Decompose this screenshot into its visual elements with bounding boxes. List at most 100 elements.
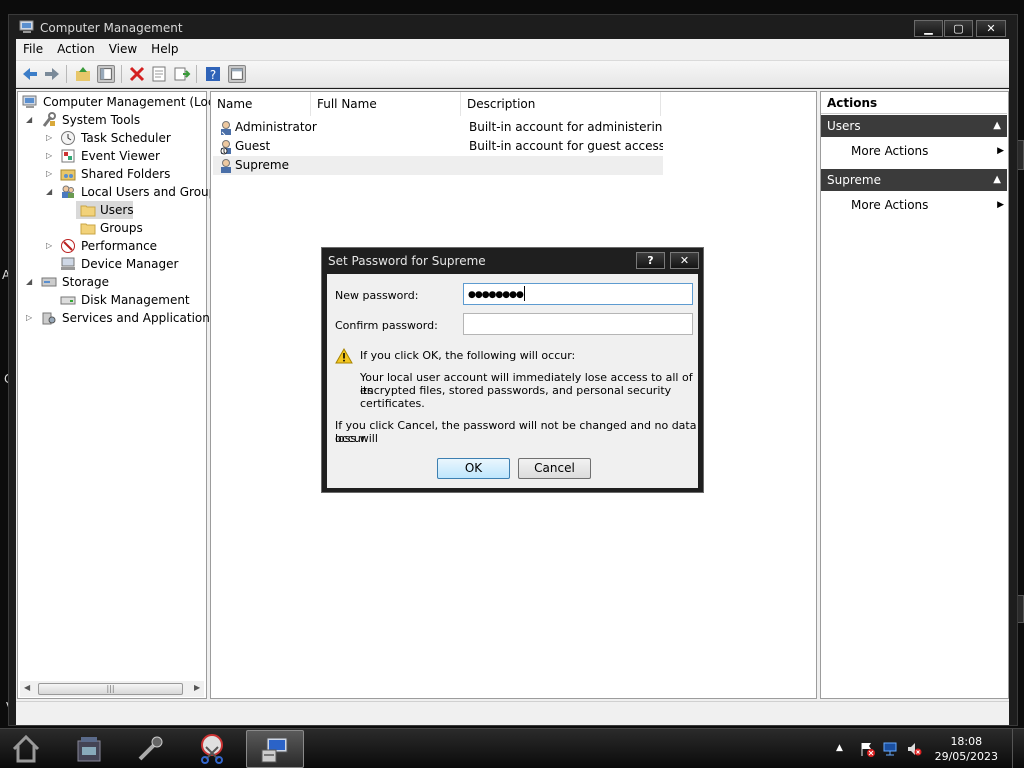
section-title: Users — [827, 119, 861, 133]
collapse-up-icon[interactable]: ▲ — [993, 115, 1001, 137]
toolbar: ? — [16, 61, 1009, 88]
disk-icon — [60, 296, 76, 305]
system-tools-icon — [42, 112, 56, 127]
warning-heading: If you click OK, the following will occu… — [360, 349, 576, 362]
properties-icon[interactable] — [150, 65, 168, 83]
status-bar — [16, 701, 1009, 725]
services-icon — [42, 312, 56, 325]
shared-folder-icon — [60, 169, 76, 181]
section-title: Supreme — [827, 173, 881, 187]
device-manager-icon — [61, 257, 75, 270]
column-header-name[interactable]: Name — [211, 92, 311, 116]
collapse-arrow-icon[interactable]: ◢ — [26, 111, 34, 129]
collapse-arrow-icon[interactable]: ◢ — [46, 183, 54, 201]
set-password-dialog: Set Password for Supreme ? ✕ New passwor… — [321, 247, 704, 493]
disabled-user-icon — [220, 140, 231, 155]
more-actions-label: More Actions — [851, 198, 929, 212]
cancel-note-line-1: If you click Cancel, the password will n… — [335, 419, 697, 445]
window-title: Computer Management — [40, 21, 183, 35]
clock-icon — [61, 131, 75, 145]
taskbar-computer-management[interactable] — [246, 730, 304, 768]
actions-pane: Actions Users ▲ More Actions ▶ Supreme ▲… — [820, 91, 1009, 699]
tree-horizontal-scrollbar[interactable]: ◀ ||| ▶ — [20, 681, 204, 697]
column-header-full-name[interactable]: Full Name — [311, 92, 461, 116]
menu-file[interactable]: File — [16, 39, 50, 56]
show-hide-tree-icon[interactable] — [97, 65, 115, 83]
more-actions-supreme[interactable]: More Actions ▶ — [851, 196, 1004, 214]
computer-management-icon — [19, 20, 34, 33]
clock-date: 29/05/2023 — [934, 750, 998, 763]
expand-arrow-icon[interactable]: ▷ — [46, 147, 54, 165]
taskbar-clock[interactable]: 18:08 29/05/2023 — [935, 734, 998, 764]
media-player-icon[interactable] — [73, 733, 105, 765]
more-actions-users[interactable]: More Actions ▶ — [851, 142, 1004, 160]
action-center-flag-icon[interactable] — [859, 741, 875, 757]
help-icon[interactable]: ? — [204, 65, 222, 83]
close-button[interactable]: ✕ — [976, 20, 1006, 37]
delete-icon[interactable] — [128, 65, 146, 83]
tree-label: Device Manager — [81, 257, 179, 271]
confirm-password-label: Confirm password: — [335, 319, 438, 332]
cancel-button[interactable]: Cancel — [518, 458, 591, 479]
snipping-tool-icon[interactable] — [196, 733, 228, 765]
tree-label: Users — [100, 203, 134, 217]
network-icon[interactable] — [882, 741, 898, 757]
forward-icon[interactable] — [43, 65, 61, 83]
show-desktop-button[interactable] — [1012, 729, 1024, 768]
cancel-note-line-2: occur. — [335, 432, 368, 445]
menu-help[interactable]: Help — [144, 39, 185, 56]
expand-arrow-icon[interactable]: ▷ — [46, 129, 54, 147]
actions-section-users[interactable]: Users ▲ — [821, 115, 1007, 137]
ok-button[interactable]: OK — [437, 458, 510, 479]
tree-label: Local Users and Groups — [81, 185, 223, 199]
tree-label: Groups — [100, 221, 143, 235]
back-icon[interactable] — [21, 65, 39, 83]
dialog-help-button[interactable]: ? — [636, 252, 665, 269]
menu-action[interactable]: Action — [50, 39, 102, 56]
table-row-selected[interactable]: Supreme — [213, 156, 663, 175]
volume-muted-icon[interactable] — [906, 741, 922, 757]
expand-arrow-icon[interactable]: ▷ — [46, 237, 54, 255]
actions-section-supreme[interactable]: Supreme ▲ — [821, 169, 1007, 191]
column-header-description[interactable]: Description — [461, 92, 661, 116]
user-name: Supreme — [235, 158, 289, 172]
show-hidden-icons-icon[interactable]: ▲ — [836, 743, 843, 753]
tree-label: System Tools — [62, 113, 141, 127]
confirm-password-field[interactable] — [463, 313, 693, 335]
tree-item-users[interactable]: Users — [76, 201, 134, 219]
new-password-field[interactable]: ●●●●●●●● — [463, 283, 693, 305]
minimize-button[interactable]: ▁ — [914, 20, 943, 37]
collapse-up-icon[interactable]: ▲ — [993, 169, 1001, 191]
toolbar-separator — [66, 65, 67, 83]
warning-icon — [335, 348, 353, 364]
toolbar-separator — [121, 65, 122, 83]
dialog-close-button[interactable]: ✕ — [670, 252, 699, 269]
expand-arrow-icon[interactable]: ▷ — [46, 165, 54, 183]
up-folder-icon[interactable] — [74, 65, 92, 83]
table-row[interactable]: Guest Built-in account for guest access … — [213, 137, 663, 156]
collapse-arrow-icon[interactable]: ◢ — [26, 273, 34, 291]
expand-arrow-icon[interactable]: ▷ — [26, 309, 34, 327]
menu-bar: File Action View Help — [16, 39, 1009, 61]
taskbar: ▲ 18:08 29/05/2023 — [0, 728, 1024, 768]
tree-label: Storage — [62, 275, 109, 289]
user-icon — [221, 121, 231, 136]
scroll-left-icon[interactable]: ◀ — [24, 683, 30, 692]
scroll-thumb[interactable]: ||| — [38, 683, 183, 695]
scroll-right-icon[interactable]: ▶ — [194, 683, 200, 692]
user-description: Built-in account for administering... — [469, 120, 663, 134]
menu-view[interactable]: View — [102, 39, 144, 56]
show-hide-action-pane-icon[interactable] — [228, 65, 246, 83]
maximize-button[interactable]: ▢ — [944, 20, 973, 37]
title-bar[interactable]: Computer Management ▁ ▢ ✕ — [9, 15, 1017, 41]
microphone-icon[interactable] — [134, 733, 166, 765]
user-name: Guest — [235, 139, 271, 153]
navigation-tree: Computer Management (Local ◢ System Tool… — [17, 91, 225, 699]
users-group-icon — [62, 185, 74, 198]
table-row[interactable]: Administrator Built-in account for admin… — [213, 118, 663, 137]
submenu-arrow-icon: ▶ — [997, 200, 1004, 210]
export-list-icon[interactable] — [173, 65, 191, 83]
tree-label: Task Scheduler — [81, 131, 171, 145]
clock-time: 18:08 — [950, 735, 983, 748]
home-icon[interactable] — [10, 733, 42, 765]
